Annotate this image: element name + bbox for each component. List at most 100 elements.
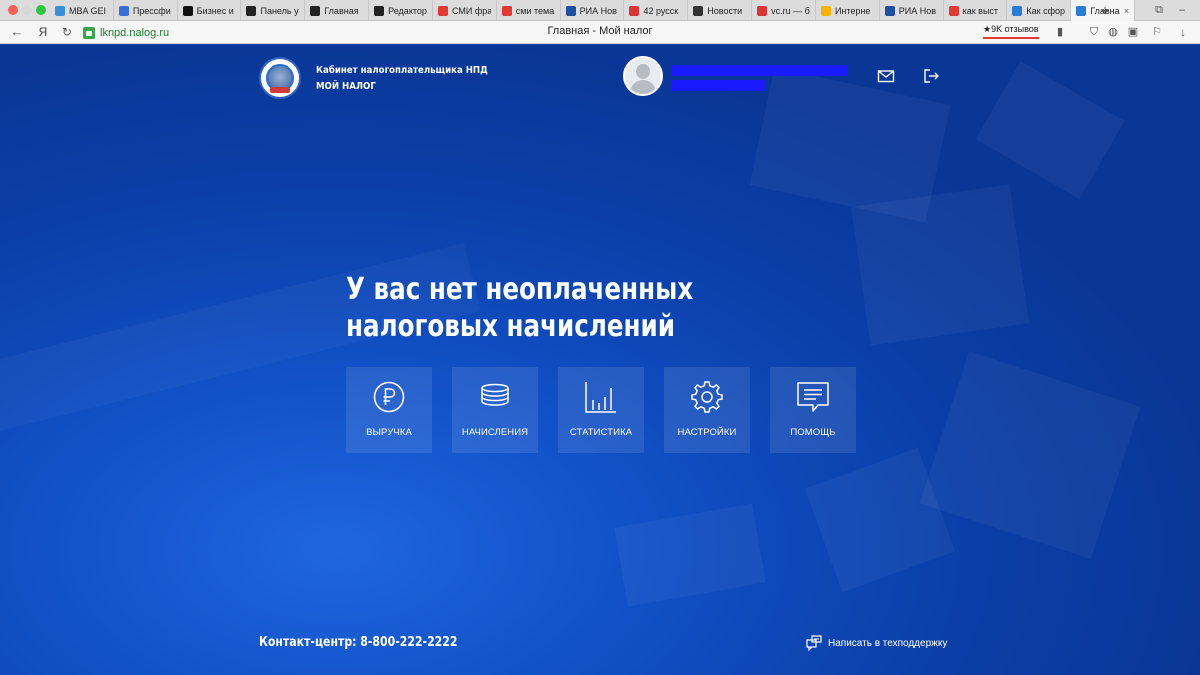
browser-tab[interactable]: РИА Нов bbox=[880, 0, 944, 21]
wix-icon bbox=[374, 5, 385, 16]
browser-tab-title: 42 русск bbox=[643, 5, 679, 16]
zoom-window-button[interactable] bbox=[36, 5, 46, 15]
browser-tab-bar: MBA GEI Прессфи Бизнес и Панель у Главная Ред… bbox=[0, 0, 1200, 21]
ria-icon bbox=[884, 5, 895, 16]
browser-tab[interactable]: 42 русск bbox=[624, 0, 689, 21]
globe-icon bbox=[1076, 5, 1087, 16]
close-window-button[interactable] bbox=[8, 5, 18, 15]
tile-accruals-label: НАЧИСЛЕНИЯ bbox=[461, 427, 529, 438]
address-bar: ← Я ↻ lknpd.nalog.ru Главная - Мой налог… bbox=[0, 21, 1200, 44]
no-unpaid-taxes-headline: У вас нет неоплаченных налоговых начисле… bbox=[346, 272, 694, 344]
avatar-head bbox=[636, 64, 650, 79]
browser-tab-title: РИА Нов bbox=[579, 5, 617, 16]
fns-emblem-logo[interactable] bbox=[259, 57, 301, 99]
tile-statistics-label: СТАТИСТИКА bbox=[569, 427, 633, 438]
mail-icon[interactable] bbox=[877, 67, 895, 85]
bg-shape bbox=[975, 61, 1125, 199]
bg-shape bbox=[614, 503, 766, 607]
extension-icon[interactable]: ▣ bbox=[1126, 25, 1140, 39]
bar-chart-icon bbox=[585, 382, 616, 413]
tile-revenue[interactable]: ВЫРУЧКА bbox=[346, 367, 432, 453]
browser-tab-title: MBA GEI bbox=[69, 5, 107, 16]
browser-tab[interactable]: Прессфи bbox=[114, 0, 178, 21]
browser-tab[interactable]: Бизнес и bbox=[178, 0, 242, 21]
tile-help-label: ПОМОЩЬ bbox=[790, 427, 836, 438]
bookmark-icon[interactable]: ▮ bbox=[1053, 25, 1067, 39]
browser-tab[interactable]: vc.ru — б bbox=[752, 0, 816, 21]
browser-tab-title: Прессфи bbox=[132, 5, 171, 16]
m-icon bbox=[693, 5, 704, 16]
yandex-icon bbox=[948, 5, 959, 16]
tile-revenue-label: ВЫРУЧКА bbox=[366, 427, 412, 438]
redacted-user-name bbox=[672, 65, 848, 76]
browser-tab[interactable]: Как сфор bbox=[1007, 0, 1072, 21]
vc-icon bbox=[629, 5, 640, 16]
write-to-support-link[interactable]: Написать в техподдержку bbox=[806, 635, 947, 651]
browser-tab-title: Редактор bbox=[388, 5, 427, 16]
bg-shape bbox=[851, 184, 1029, 346]
browser-tab-title: Бизнес и bbox=[196, 5, 234, 16]
pf-icon bbox=[118, 5, 129, 16]
browser-tab-title: Панель у bbox=[260, 5, 299, 16]
brand-line-2: МОЙ НАЛОГ bbox=[316, 81, 376, 92]
browser-tab[interactable]: Новости bbox=[688, 0, 753, 21]
gear-icon bbox=[691, 381, 723, 413]
support-chat-icon bbox=[806, 635, 822, 651]
tab-strip: MBA GEI Прессфи Бизнес и Панель у Главная Ред… bbox=[50, 0, 1136, 21]
wix-icon bbox=[310, 5, 321, 16]
browser-tab[interactable]: Редактор bbox=[369, 0, 433, 21]
coins-stack-icon bbox=[481, 383, 509, 406]
browser-tab-title: vc.ru — б bbox=[771, 5, 810, 16]
browser-tab[interactable]: как выст bbox=[944, 0, 1008, 21]
menu-tiles: ВЫРУЧКА НАЧИСЛЕНИЯ СТАТИСТИКА НАСТРОЙКИ … bbox=[346, 367, 856, 453]
browser-tab-title: Как сфор bbox=[1026, 5, 1066, 16]
browser-tab[interactable]: Интерне bbox=[816, 0, 880, 21]
reviews-badge[interactable]: ★9K отзывов bbox=[983, 24, 1039, 39]
brand-title[interactable]: Кабинет налогоплательщика НПД МОЙ НАЛОГ bbox=[316, 63, 488, 95]
logout-icon[interactable] bbox=[922, 67, 940, 85]
snowflake-icon bbox=[55, 5, 65, 16]
redacted-user-inn bbox=[672, 80, 765, 91]
support-link-label: Написать в техподдержку bbox=[828, 637, 948, 649]
dv-icon bbox=[182, 5, 193, 16]
browser-tab[interactable]: Панель у bbox=[241, 0, 306, 21]
browser-tab[interactable]: СМИ фра bbox=[433, 0, 497, 21]
new-tab-button[interactable]: + bbox=[1101, 1, 1109, 19]
close-tab-icon[interactable]: × bbox=[1124, 6, 1129, 16]
globe-icon[interactable]: ◍ bbox=[1106, 25, 1120, 39]
browser-tab[interactable]: Главная bbox=[305, 0, 370, 21]
tile-settings-label: НАСТРОЙКИ bbox=[677, 427, 737, 438]
browser-tab-title: Новости bbox=[707, 5, 743, 16]
browser-tab-title: Главная bbox=[324, 5, 359, 16]
yandex-icon bbox=[437, 5, 448, 16]
minimize-window-button[interactable] bbox=[22, 5, 32, 15]
browser-tab[interactable]: сми тема bbox=[497, 0, 561, 21]
browser-tab[interactable]: MBA GEI bbox=[50, 0, 114, 21]
tile-statistics[interactable]: СТАТИСТИКА bbox=[558, 367, 644, 453]
wix-icon bbox=[246, 5, 257, 16]
downloads-icon[interactable]: ↓ bbox=[1176, 25, 1190, 39]
browser-tab[interactable]: РИА Нов bbox=[561, 0, 625, 21]
tabs-overview-icon[interactable]: ⧉ bbox=[1153, 4, 1165, 16]
emblem-ribbon bbox=[270, 87, 290, 93]
c-icon bbox=[820, 5, 831, 16]
shield-icon[interactable]: ⛉ bbox=[1087, 25, 1101, 39]
tile-help[interactable]: ПОМОЩЬ bbox=[770, 367, 856, 453]
translate-icon[interactable]: ⚐ bbox=[1150, 25, 1164, 39]
yandex-icon bbox=[501, 5, 512, 16]
avatar-body bbox=[630, 80, 656, 94]
browser-tab-title: РИА Нов bbox=[898, 5, 937, 16]
ria-icon bbox=[565, 5, 576, 16]
main-page: Кабинет налогоплательщика НПД МОЙ НАЛОГ … bbox=[0, 45, 1200, 675]
tile-settings[interactable]: НАСТРОЙКИ bbox=[664, 367, 750, 453]
minimize-browser-icon[interactable]: – bbox=[1176, 4, 1188, 16]
ruble-icon bbox=[373, 381, 405, 413]
user-avatar[interactable] bbox=[623, 56, 663, 96]
bg-shape bbox=[919, 351, 1141, 559]
contact-center-phone: Контакт-центр: 8-800-222-2222 bbox=[259, 635, 458, 650]
browser-tab-title: СМИ фра bbox=[451, 5, 491, 16]
chart-icon bbox=[1012, 5, 1023, 16]
tile-accruals[interactable]: НАЧИСЛЕНИЯ bbox=[452, 367, 538, 453]
help-chat-icon bbox=[797, 382, 829, 412]
browser-tab-title: сми тема bbox=[515, 5, 555, 16]
